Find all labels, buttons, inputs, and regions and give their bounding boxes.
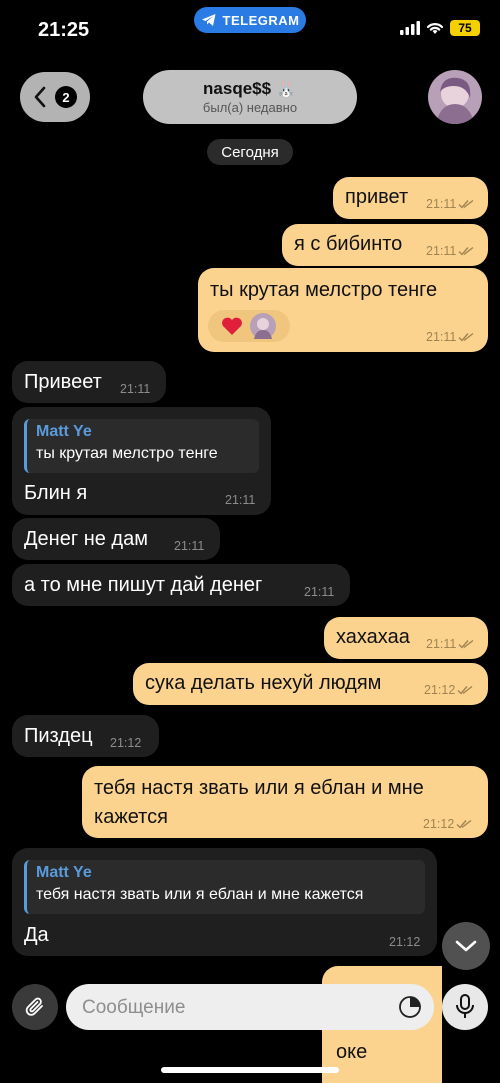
microphone-button[interactable] xyxy=(442,984,488,1030)
double-check-icon xyxy=(458,246,474,256)
paperclip-icon xyxy=(25,997,43,1016)
message-incoming[interactable]: а то мне пишут дай денег 21:11 xyxy=(12,564,350,606)
message-input-field[interactable] xyxy=(66,984,434,1032)
double-check-icon xyxy=(456,819,472,829)
back-button[interactable]: 2 xyxy=(20,72,90,122)
message-outgoing[interactable]: сука делать нехуй людям 21:12 xyxy=(133,663,488,705)
message-time: 21:11 xyxy=(304,585,335,599)
battery-level: 75 xyxy=(458,21,472,35)
telegram-pill-label: TELEGRAM xyxy=(222,12,300,28)
message-outgoing[interactable]: я с бибинто 21:11 xyxy=(282,224,488,266)
message-time: 21:11 xyxy=(426,244,474,258)
date-separator: Сегодня xyxy=(207,139,293,165)
message-time: 21:11 xyxy=(225,493,256,507)
reply-quote[interactable]: Matt Ye тебя настя звать или я еблан и м… xyxy=(24,860,425,914)
message-text-line: тебя настя звать или я еблан и мне xyxy=(94,777,424,799)
message-text: а то мне пишут дай денег xyxy=(24,574,263,596)
message-incoming[interactable]: Matt Ye тебя настя звать или я еблан и м… xyxy=(12,848,437,956)
reply-quote[interactable]: Matt Ye ты крутая мелстро тенге xyxy=(24,419,259,473)
battery-indicator: 75 xyxy=(450,20,480,36)
double-check-icon xyxy=(457,685,473,695)
scroll-down-button[interactable] xyxy=(442,922,490,970)
message-text: оке xyxy=(336,1041,368,1063)
home-indicator xyxy=(161,1067,339,1073)
message-time: 21:11 xyxy=(120,382,151,396)
message-text: сука делать нехуй людям xyxy=(145,672,382,694)
chevron-down-icon xyxy=(455,940,477,952)
unread-count-badge: 2 xyxy=(55,86,77,108)
message-time: 21:11 xyxy=(426,637,474,651)
message-text: ты крутая мелстро тенге xyxy=(210,279,438,301)
chevron-left-icon xyxy=(34,86,46,108)
message-text: я с бибинто xyxy=(294,233,403,255)
chat-title[interactable]: nasqe$$ 🐰 был(а) недавно xyxy=(143,70,357,124)
heart-icon xyxy=(222,317,242,335)
message-time: 21:12 xyxy=(389,935,421,949)
message-time: 21:11 xyxy=(426,197,474,211)
attach-button[interactable] xyxy=(12,984,58,1030)
telegram-icon xyxy=(201,14,216,26)
message-reaction[interactable] xyxy=(208,310,290,342)
status-bar: 21:25 TELEGRAM 75 xyxy=(0,0,500,60)
message-outgoing[interactable]: тебя настя звать или я еблан и мне кажет… xyxy=(82,766,488,838)
message-incoming[interactable]: Matt Ye ты крутая мелстро тенге Блин я 2… xyxy=(12,407,271,515)
message-outgoing[interactable]: привет 21:11 xyxy=(333,177,488,219)
message-text-line: кажется xyxy=(94,806,168,828)
sticker-icon[interactable] xyxy=(398,995,422,1019)
chat-name: nasqe$$ 🐰 xyxy=(203,79,297,98)
message-text: Да xyxy=(24,924,49,946)
avatar-image xyxy=(428,70,482,124)
message-outgoing[interactable]: ты крутая мелстро тенге 21:11 xyxy=(198,268,488,352)
message-time: 21:11 xyxy=(174,539,205,553)
microphone-icon xyxy=(456,994,474,1018)
message-text: Денег не дам xyxy=(24,528,148,550)
chat-last-seen: был(а) недавно xyxy=(202,100,298,115)
message-incoming[interactable]: Пиздец 21:12 xyxy=(12,715,159,757)
message-input[interactable] xyxy=(80,984,384,1032)
status-indicators: 75 xyxy=(400,20,480,36)
reaction-avatar xyxy=(250,313,276,339)
reply-author: Matt Ye xyxy=(36,423,92,440)
telegram-pill[interactable]: TELEGRAM xyxy=(194,7,306,33)
message-time: 21:12 xyxy=(110,736,142,750)
message-outgoing[interactable]: хахахаа 21:11 xyxy=(324,617,488,659)
wifi-icon xyxy=(426,23,444,34)
status-time: 21:25 xyxy=(38,19,90,41)
message-time: 21:11 xyxy=(426,330,474,344)
reply-text: ты крутая мелстро тенге xyxy=(36,445,218,462)
message-text: Пиздец xyxy=(24,725,93,747)
message-text: Привеет xyxy=(24,371,102,393)
message-incoming[interactable]: Денег не дам 21:11 xyxy=(12,518,220,560)
double-check-icon xyxy=(458,199,474,209)
message-text: хахахаа xyxy=(336,626,410,648)
reply-author: Matt Ye xyxy=(36,864,92,881)
message-text: привет xyxy=(345,186,409,208)
reply-text: тебя настя звать или я еблан и мне кажет… xyxy=(36,886,364,903)
message-time: 21:12 xyxy=(423,817,472,831)
message-text: Блин я xyxy=(24,482,88,504)
message-incoming[interactable]: Привеет 21:11 xyxy=(12,361,166,403)
avatar[interactable] xyxy=(428,70,482,124)
signal-icon xyxy=(400,21,420,35)
message-time: 21:12 xyxy=(424,683,473,697)
double-check-icon xyxy=(458,639,474,649)
double-check-icon xyxy=(458,332,474,342)
